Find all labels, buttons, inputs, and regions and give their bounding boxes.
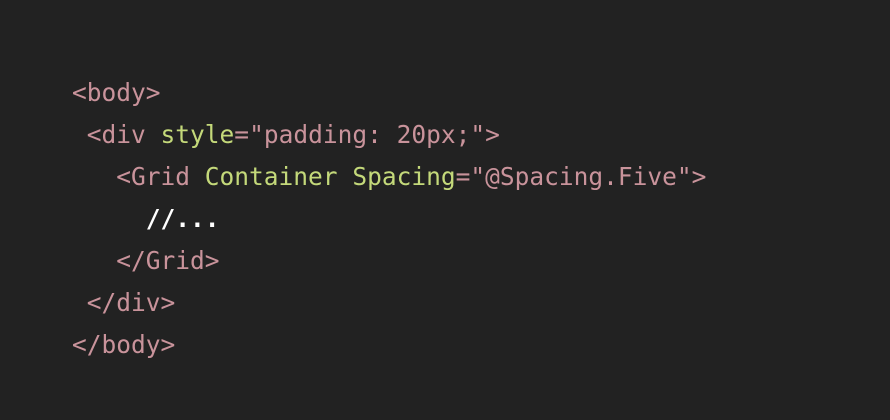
code-block: <body> <div style="padding: 20px;"> <Gri… <box>72 72 706 366</box>
code-token-tag: > <box>485 120 500 149</box>
code-line: <body> <box>72 72 706 114</box>
code-token-attr: Container <box>204 162 338 191</box>
code-token-tag: </Grid> <box>116 246 220 275</box>
code-token-attr: Spacing <box>352 162 456 191</box>
code-token-tag: <Grid <box>116 162 205 191</box>
code-token-tag: = <box>455 162 471 191</box>
code-editor: <body> <div style="padding: 20px;"> <Gri… <box>0 0 890 420</box>
code-token-tag: > <box>691 162 707 191</box>
code-line: <Grid Container Spacing="@Spacing.Five"> <box>72 156 706 198</box>
code-token-tag: <body> <box>72 78 161 107</box>
code-token-tag: </body> <box>72 330 176 359</box>
code-token-str: "@Spacing.Five" <box>470 162 692 191</box>
code-token-tag: <div <box>86 120 161 149</box>
code-token-comment: //... <box>145 204 220 233</box>
code-line: </div> <box>72 282 706 324</box>
code-token-tag <box>338 162 353 191</box>
code-token-tag: </div> <box>86 288 176 317</box>
code-token-attr: style <box>160 120 235 149</box>
code-token-tag: = <box>234 120 250 149</box>
code-line: <div style="padding: 20px;"> <box>72 114 706 156</box>
code-line: //... <box>72 198 706 240</box>
code-line: </body> <box>72 324 706 366</box>
code-line: </Grid> <box>72 240 706 282</box>
code-token-str: "padding: 20px;" <box>249 120 486 149</box>
